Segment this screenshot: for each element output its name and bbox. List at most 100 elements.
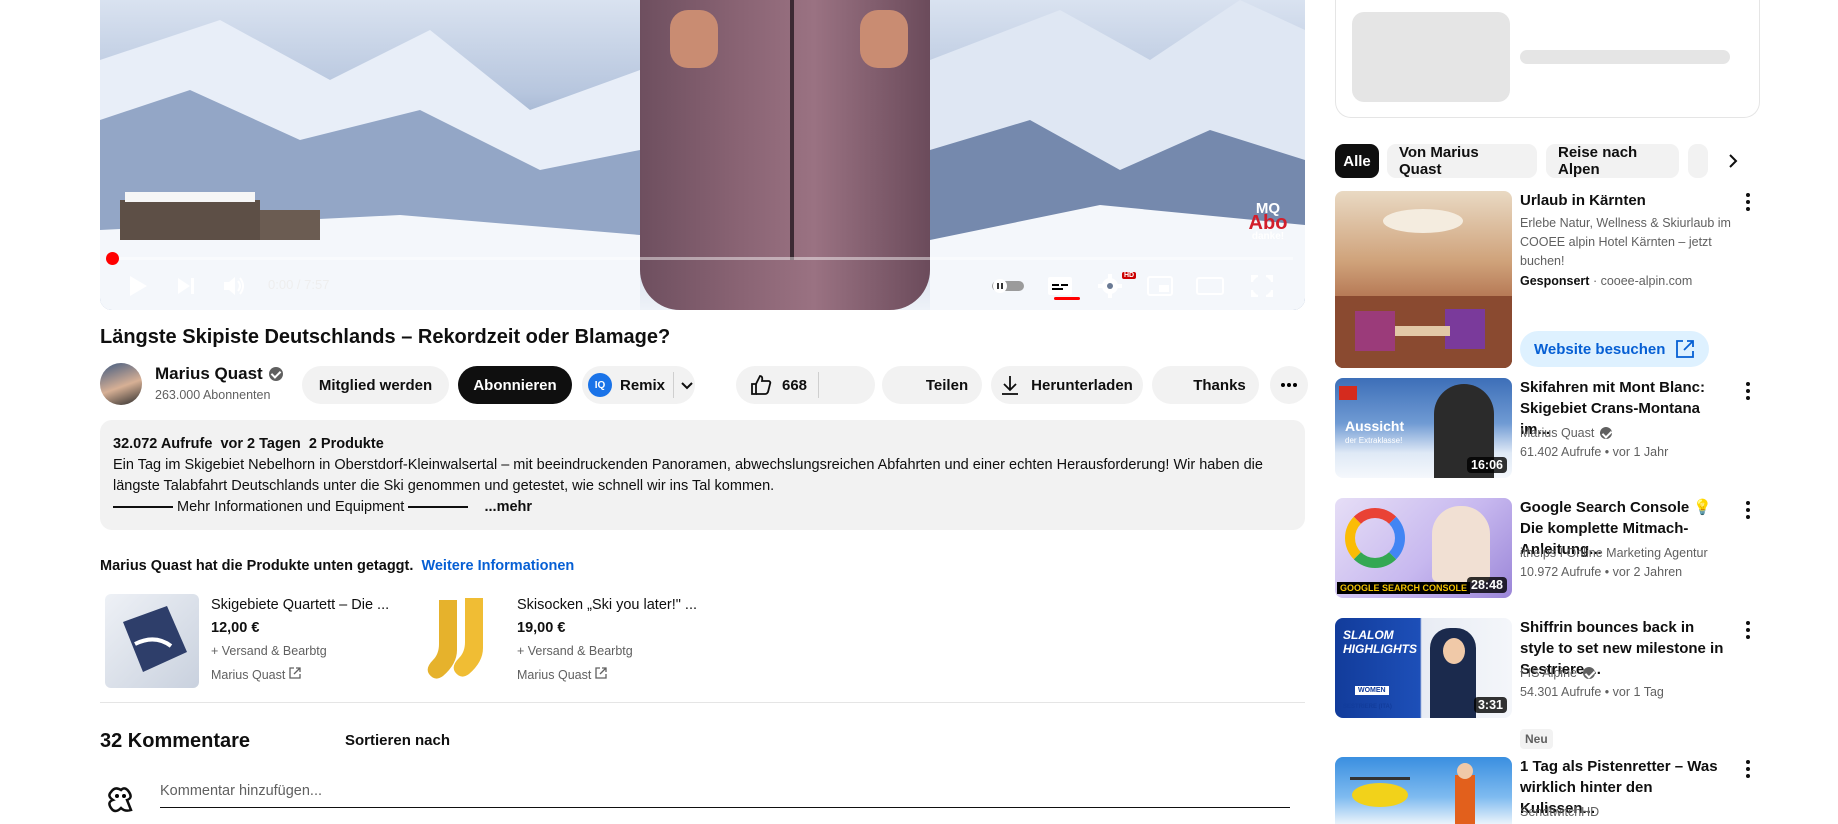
user-avatar-icon <box>108 787 133 813</box>
product-title[interactable]: Skigebiete Quartett – Die ... <box>211 597 389 613</box>
hd-badge: HD <box>1122 272 1137 279</box>
sort-comments-button[interactable]: Sortieren nach <box>319 732 450 749</box>
subtitles-icon <box>1048 277 1072 295</box>
play-icon <box>130 276 147 296</box>
video-title: Längste Skipiste Deutschlands – Rekordze… <box>100 326 671 348</box>
helicopter-image <box>1350 763 1475 824</box>
video-thumbnail[interactable]: GOOGLE SEARCH CONSOLE 28:48 <box>1335 498 1512 598</box>
volume-icon <box>224 277 244 295</box>
download-label: Herunterladen <box>1031 376 1133 394</box>
thanks-button[interactable]: Thanks <box>1152 366 1259 404</box>
video-channel[interactable]: ithelps I Online Marketing Agentur <box>1520 544 1735 563</box>
dot <box>1746 200 1750 204</box>
product-seller[interactable]: Marius Quast <box>211 667 301 682</box>
product-image-socks[interactable] <box>413 594 507 688</box>
product-shipping: + Versand & Bearbtg <box>211 644 327 658</box>
channel-name-link[interactable]: Marius Quast <box>155 364 283 384</box>
remix-channel-icon: IQ <box>588 373 612 397</box>
video-channel[interactable]: Marius Quast <box>1520 424 1735 443</box>
chips-next-button[interactable] <box>1716 144 1750 178</box>
video-views: 61.402 Aufrufe <box>1520 445 1602 459</box>
miniplayer-button[interactable] <box>1140 270 1180 302</box>
video-more-button[interactable] <box>1740 499 1756 521</box>
volume-button[interactable] <box>218 270 250 302</box>
thumbs-up-icon[interactable] <box>750 374 772 396</box>
description-box[interactable]: 32.072 Aufrufe vor 2 Tagen 2 Produkte Ei… <box>100 420 1305 530</box>
thumb-subtext: der Extraklasse! <box>1345 436 1403 445</box>
dot <box>1746 515 1750 519</box>
download-button[interactable]: Herunterladen <box>991 366 1143 404</box>
video-more-button[interactable] <box>1740 380 1756 402</box>
dot <box>1746 628 1750 632</box>
ad-thumbnail[interactable] <box>1335 191 1512 368</box>
product-image-quartett[interactable] <box>105 594 199 688</box>
more-vertical-icon <box>1746 760 1750 764</box>
video-thumbnail[interactable] <box>1335 757 1512 824</box>
hand-left <box>670 10 718 68</box>
description-text: Ein Tag im Skigebiet Nebelhorn in Oberst… <box>113 457 1263 494</box>
description-meta: 32.072 Aufrufe vor 2 Tagen 2 Produkte <box>113 434 1293 455</box>
chip-from-channel[interactable]: Von Marius Quast <box>1387 144 1537 178</box>
dot <box>1746 389 1750 393</box>
show-more-link[interactable]: ...mehr <box>485 499 533 515</box>
products-count: 2 Produkte <box>308 436 384 452</box>
verified-icon <box>1582 666 1595 679</box>
miniplayer-icon <box>1147 276 1173 296</box>
chevron-down-icon[interactable] <box>680 378 694 392</box>
video-channel[interactable]: FIS Alpine <box>1520 664 1735 683</box>
external-link-icon <box>289 667 301 679</box>
subscribe-button[interactable]: Abonnieren <box>458 366 572 404</box>
product-price: 12,00 € <box>211 620 260 636</box>
video-more-button[interactable] <box>1740 619 1756 641</box>
products-info-link[interactable]: Weitere Informationen <box>421 558 574 574</box>
remix-divider <box>673 372 675 398</box>
comment-input[interactable]: Kommentar hinzufügen... <box>160 783 1290 808</box>
video-meta: 61.402 Aufrufe • vor 1 Jahr <box>1520 445 1669 459</box>
progress-scrubber[interactable] <box>106 252 119 265</box>
product-seller[interactable]: Marius Quast <box>517 667 607 682</box>
more-actions-button[interactable] <box>1270 366 1308 404</box>
comments-count: 32 Kommentare <box>100 730 251 752</box>
chip-all[interactable]: Alle <box>1335 144 1379 178</box>
restaurant-image <box>1335 209 1512 368</box>
video-views: 10.972 Aufrufe <box>1520 565 1602 579</box>
ad-more-button[interactable] <box>1740 191 1756 213</box>
autoplay-toggle[interactable] <box>988 270 1028 302</box>
fullscreen-icon <box>1251 275 1273 297</box>
video-thumbnail[interactable]: Aussicht der Extraklasse! 16:06 <box>1335 378 1512 478</box>
share-button[interactable]: Teilen <box>882 366 982 404</box>
channel-name: Marius Quast <box>155 364 263 383</box>
video-player[interactable]: MQ Abo danke! 0:00 / 7:57 HD <box>100 0 1305 310</box>
products-heading-text: Marius Quast hat die Produkte unten geta… <box>100 558 414 574</box>
theater-mode-button[interactable] <box>1190 270 1230 302</box>
video-channel-name: Marius Quast <box>1520 426 1595 440</box>
ad-title[interactable]: Urlaub in Kärnten <box>1520 190 1730 211</box>
channel-avatar[interactable] <box>100 363 142 405</box>
product-shipping: + Versand & Bearbtg <box>517 644 633 658</box>
next-button[interactable] <box>170 270 202 302</box>
time-display: 0:00 / 7:57 <box>268 277 330 292</box>
join-member-button[interactable]: Mitglied werden <box>302 366 449 404</box>
progress-bar[interactable] <box>112 257 1293 260</box>
video-thumbnail[interactable]: SLALOM HIGHLIGHTS WOMEN SESTRIERE (ITA) … <box>1335 618 1512 718</box>
dot <box>1746 774 1750 778</box>
subscriber-count: 263.000 Abonnenten <box>155 388 271 402</box>
fullscreen-button[interactable] <box>1242 270 1282 302</box>
visit-website-button[interactable]: Website besuchen <box>1520 331 1710 367</box>
play-button[interactable] <box>122 270 154 302</box>
like-dislike-group: 668 <box>736 366 875 404</box>
verified-icon <box>268 366 283 381</box>
more-vertical-icon <box>1746 193 1750 197</box>
channel-watermark[interactable]: MQ Abo danke! <box>1243 201 1293 248</box>
video-more-button[interactable] <box>1740 758 1756 780</box>
chip-partial[interactable] <box>1688 144 1708 178</box>
verified-icon <box>1600 426 1613 439</box>
video-age: vor 1 Jahr <box>1612 445 1669 459</box>
product-title[interactable]: Skisocken „Ski you later!" ... <box>517 597 697 613</box>
video-channel[interactable]: SendtwitchHD <box>1520 803 1735 822</box>
video-meta: 10.972 Aufrufe • vor 2 Jahren <box>1520 565 1683 579</box>
video-duration: 28:48 <box>1467 577 1507 593</box>
like-count[interactable]: 668 <box>782 377 807 394</box>
remix-button[interactable]: IQ Remix <box>582 366 695 404</box>
chip-travel-alps[interactable]: Reise nach Alpen <box>1546 144 1679 178</box>
